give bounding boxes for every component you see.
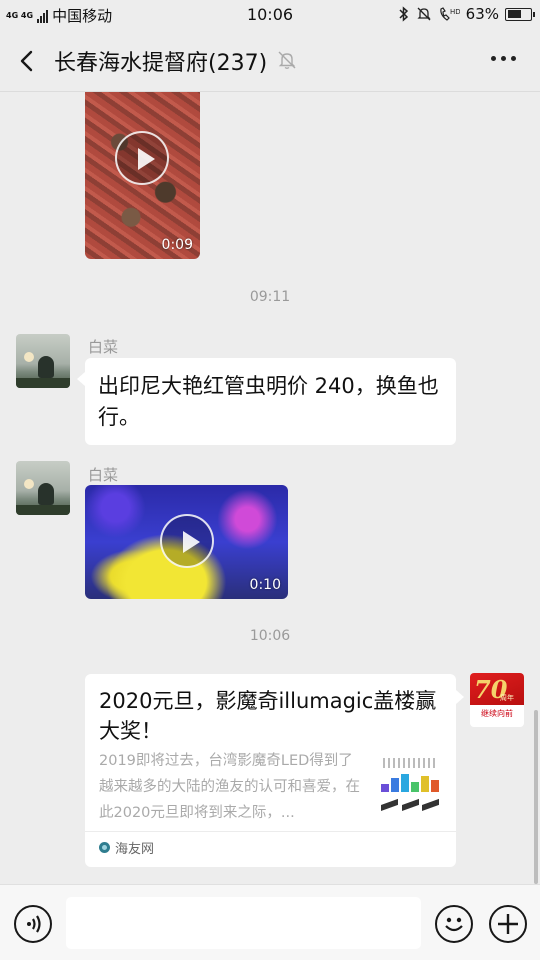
avatar-caption: 继续向前 [481,709,513,718]
svg-text:HD: HD [450,8,460,16]
play-icon[interactable] [115,131,169,185]
chat-header: 长春海水提督府(237) [0,30,540,92]
self-avatar[interactable]: 70 周年 继续向前 [470,673,524,727]
video-message[interactable]: 0:10 [85,485,288,599]
sender-name: 白菜 [88,466,119,484]
link-card-title: 2020元旦，影魔奇illumagic盖楼赢大奖！ [99,689,437,743]
video-duration: 0:09 [161,237,193,253]
status-bar: 4G 4G 中国移动 10:06 HD 63% [0,0,540,30]
scrollbar[interactable] [534,710,538,884]
link-card[interactable]: 2020元旦，影魔奇illumagic盖楼赢大奖！ 2019即将过去，台湾影魔奇… [85,674,464,867]
link-card-description: 2019即将过去，台湾影魔奇LED得到了越来越多的大陆的渔友的认可和喜爱，在此2… [99,753,360,821]
divider [85,831,456,832]
plus-icon[interactable] [489,905,527,943]
message-timestamp: 09:11 [249,289,291,305]
avatar[interactable] [16,461,70,515]
avatar-note: 周年 [500,694,514,702]
source-name: 海友网 [115,842,155,857]
chat-title: 长春海水提督府(237) [54,51,268,76]
back-arrow-icon[interactable] [14,47,42,75]
silent-bell-icon [417,7,431,21]
text-message-bubble[interactable]: 出印尼大艳红管虫明价 240，换鱼也行。 [77,358,456,445]
message-timestamp: 10:06 [249,628,291,644]
sender-name: 白菜 [88,338,119,356]
video-message[interactable]: 0:09 [85,92,200,259]
battery-icon [505,7,535,21]
muted-bell-icon [278,51,296,69]
link-card-thumbnail [377,754,443,820]
input-bar [0,884,540,960]
message-input[interactable] [66,897,421,949]
status-right: HD 63% [398,5,535,23]
emoji-icon[interactable] [435,905,473,943]
avatar[interactable] [16,334,70,388]
battery-percent: 63% [465,5,499,23]
source-logo-icon [99,842,110,853]
chat-area[interactable]: 0:09 09:11 白菜 出印尼大艳红管虫明价 240，换鱼也行。 白菜 0:… [0,92,540,884]
hd-call-icon: HD [439,7,460,21]
more-dots-icon[interactable] [491,56,516,61]
link-card-source: 海友网 [99,838,154,857]
play-icon[interactable] [160,514,214,568]
bluetooth-icon [399,6,408,22]
video-duration: 0:10 [249,577,281,593]
voice-icon[interactable] [14,905,52,943]
